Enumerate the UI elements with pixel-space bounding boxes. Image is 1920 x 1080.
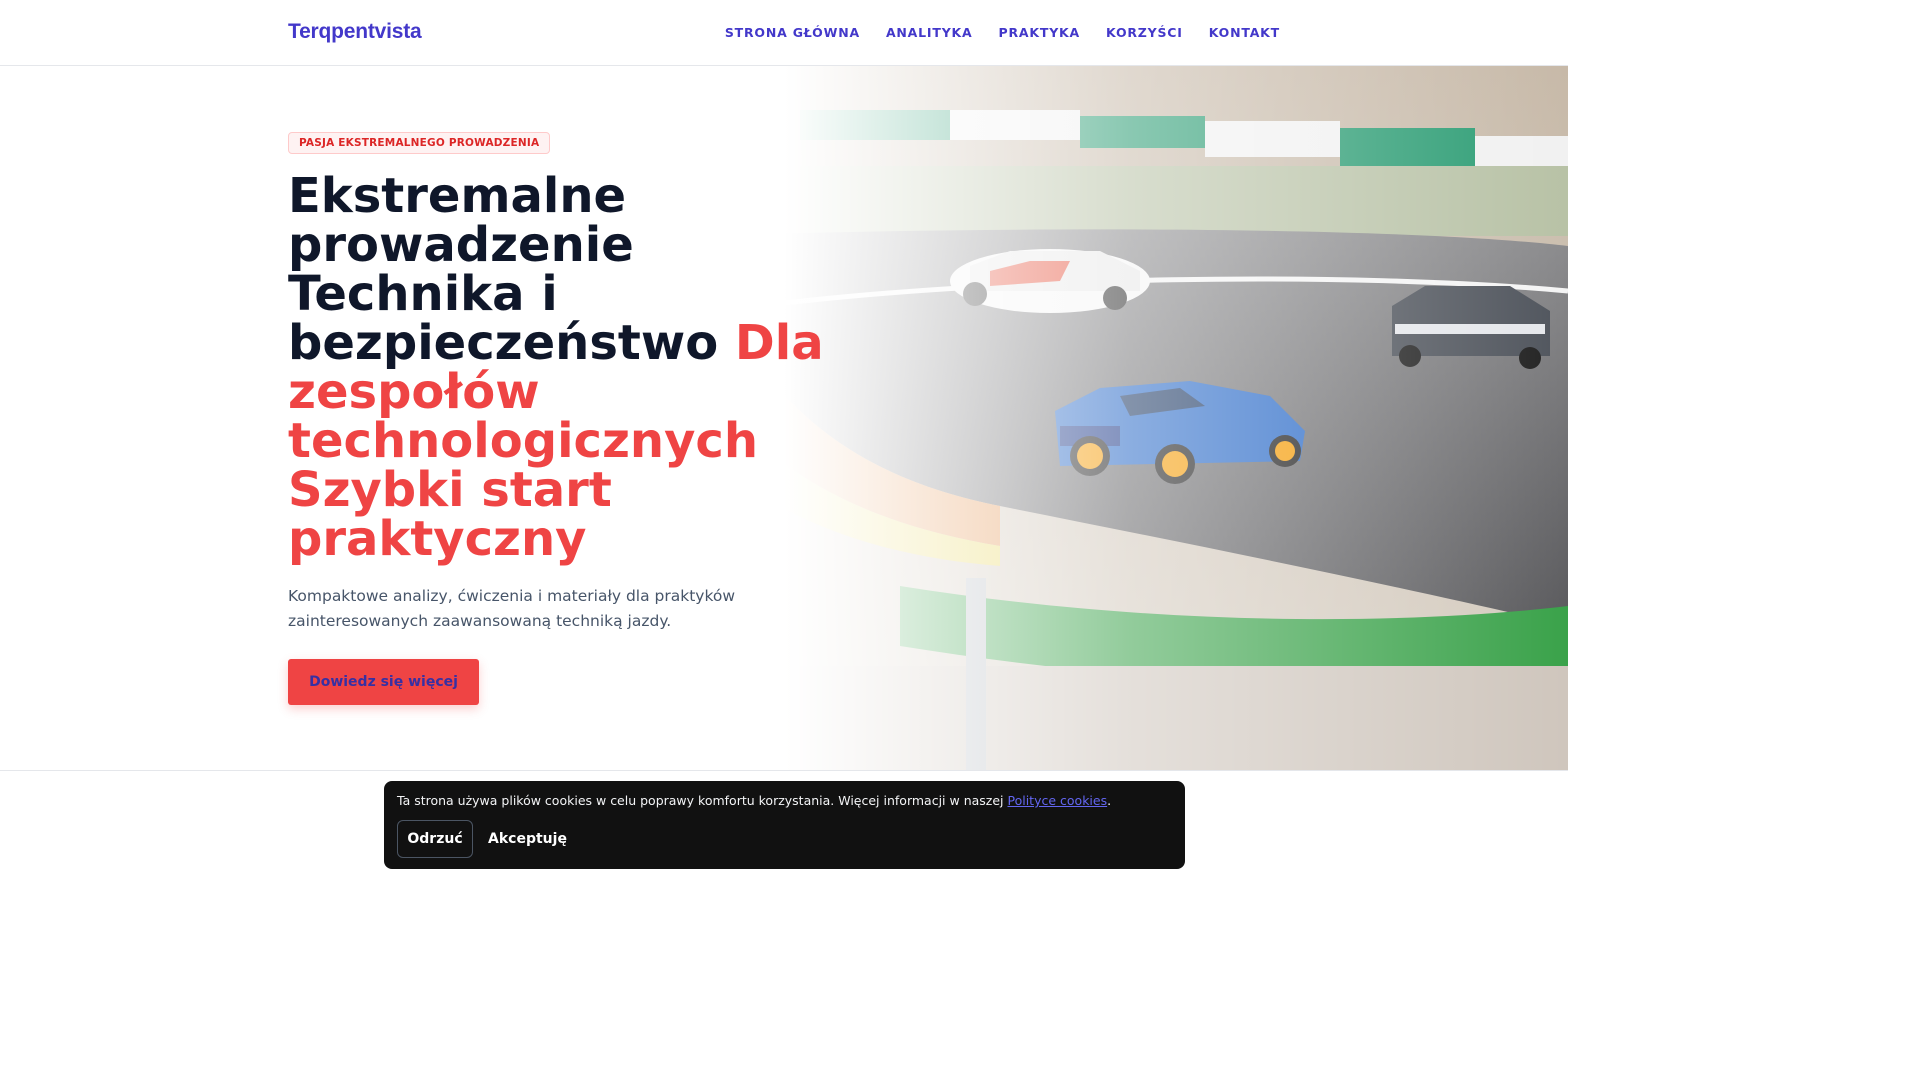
nav-item-home[interactable]: STRONA GŁÓWNA — [725, 25, 860, 40]
main-nav: STRONA GŁÓWNA ANALITYKA PRAKTYKA KORZYŚC… — [725, 25, 1280, 40]
cookie-message: Ta strona używa plików cookies w celu po… — [397, 793, 1111, 808]
cookie-text-after: . — [1107, 793, 1112, 808]
hero-headline-main: Ekstremalne prowadzenie Technika i bezpi… — [288, 168, 719, 371]
nav-item-benefits[interactable]: KORZYŚCI — [1106, 25, 1183, 40]
nav-item-contact[interactable]: KONTAKT — [1209, 25, 1280, 40]
cookie-banner: Ta strona używa plików cookies w celu po… — [384, 781, 1185, 869]
hero-section: PASJA EKSTREMALNEGO PROWADZENIA Ekstrema… — [0, 66, 1568, 771]
cookie-policy-link[interactable]: Polityce cookies — [1008, 793, 1108, 808]
cookie-text-before: Ta strona używa plików cookies w celu po… — [397, 793, 1008, 808]
hero-lead: Kompaktowe analizy, ćwiczenia i materiał… — [288, 587, 736, 630]
hero-badge: PASJA EKSTREMALNEGO PROWADZENIA — [288, 132, 551, 154]
reject-cookies-button[interactable]: Odrzuć — [397, 820, 473, 858]
hero-headline: Ekstremalne prowadzenie Technika i bezpi… — [288, 172, 848, 564]
site-header: Terqpentvista STRONA GŁÓWNA ANALITYKA PR… — [0, 0, 1568, 66]
learn-more-button[interactable]: Dowiedz się więcej — [288, 659, 479, 705]
nav-item-practice[interactable]: PRAKTYKA — [999, 25, 1081, 40]
brand-logo[interactable]: Terqpentvista — [288, 20, 422, 44]
nav-item-analytics[interactable]: ANALITYKA — [886, 25, 973, 40]
accept-cookies-button[interactable]: Akceptuję — [480, 820, 575, 858]
